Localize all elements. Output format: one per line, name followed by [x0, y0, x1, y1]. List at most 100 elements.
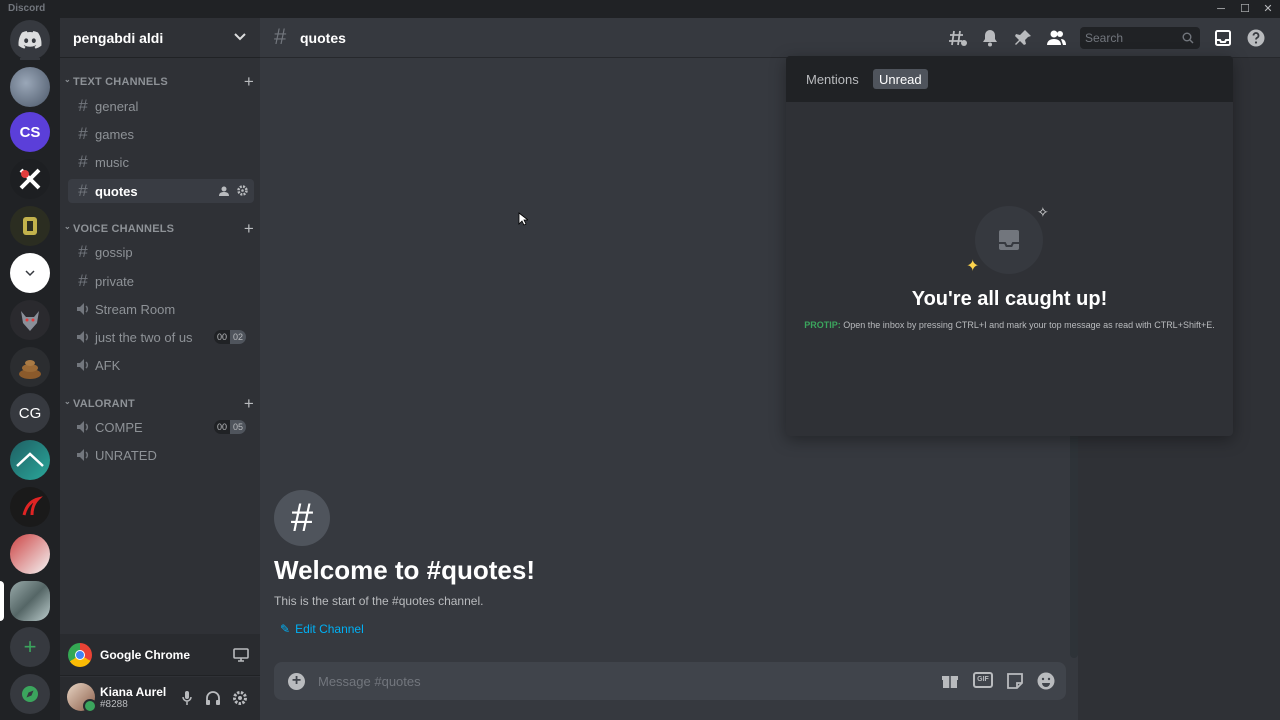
add-server-button[interactable]: +: [10, 627, 50, 667]
voice-channel-afk[interactable]: AFK: [68, 353, 254, 377]
guild-header[interactable]: pengabdi aldi: [60, 18, 260, 58]
inbox-icon[interactable]: [1213, 28, 1233, 48]
explore-servers-button[interactable]: [10, 674, 50, 714]
channel-name: UNRATED: [95, 448, 157, 463]
welcome-subtitle: This is the start of the #quotes channel…: [274, 594, 484, 608]
voice-channel-unrated[interactable]: UNRATED: [68, 443, 254, 467]
channel-sidebar: pengabdi aldi ⌄ TEXT CHANNELS + # genera…: [60, 18, 260, 720]
server-rail: CS CG +: [0, 18, 60, 720]
hash-icon: #: [78, 242, 88, 261]
user-count: 00: [213, 330, 230, 344]
minimize-button[interactable]: ─: [1210, 1, 1232, 17]
inbox-icon: [999, 230, 1019, 250]
screen-share-icon[interactable]: [232, 646, 250, 664]
sparkle-icon: ✦: [966, 258, 980, 275]
discord-logo-icon: [18, 31, 42, 49]
create-channel-button[interactable]: +: [244, 72, 254, 92]
caught-up-title: You're all caught up!: [911, 288, 1108, 310]
inbox-header: Mentions Unread: [786, 56, 1233, 102]
channel-name: music: [95, 155, 129, 170]
server-icon[interactable]: [10, 487, 50, 527]
scav-logo-icon: [16, 452, 44, 467]
channel-name: AFK: [95, 358, 121, 373]
sparkle-icon: ✧: [1037, 204, 1049, 220]
crossed-swords-icon: [19, 168, 41, 190]
category-label: VOICE CHANNELS: [73, 223, 175, 235]
empty-inbox-illustration: [975, 206, 1043, 274]
inbox-popout: Mentions Unread ✦ ✧ You're all caught up…: [786, 56, 1233, 436]
gift-icon[interactable]: [940, 671, 960, 691]
avatar[interactable]: [67, 683, 97, 713]
home-button[interactable]: [10, 20, 50, 60]
message-input[interactable]: [318, 672, 918, 690]
chevron-down-icon: [234, 33, 246, 41]
red-logo-icon: [22, 496, 43, 516]
microphone-icon[interactable]: [178, 689, 196, 707]
category-label: VALORANT: [73, 398, 135, 410]
server-icon[interactable]: [10, 440, 50, 480]
channel-name: Stream Room: [95, 302, 176, 317]
server-icon[interactable]: [10, 347, 50, 387]
create-channel-button[interactable]: +: [244, 219, 254, 239]
server-icon[interactable]: [10, 159, 50, 199]
wolf-icon: [21, 311, 39, 331]
close-button[interactable]: ✕: [1257, 1, 1279, 17]
channel-name: COMPE: [95, 420, 143, 435]
selected-server-indicator: [0, 581, 4, 621]
edit-channel-link[interactable]: ✎ Edit Channel: [280, 622, 364, 636]
members-icon[interactable]: [1046, 28, 1066, 48]
server-icon[interactable]: [10, 67, 50, 107]
category-text-channels[interactable]: ⌄ TEXT CHANNELS +: [64, 72, 254, 92]
help-icon[interactable]: [1246, 28, 1266, 48]
chevron-down-icon: ⌄: [64, 222, 71, 231]
rail-separator: [20, 58, 40, 60]
hash-icon: #: [78, 152, 88, 171]
create-channel-button[interactable]: +: [244, 394, 254, 414]
server-icon[interactable]: [10, 206, 50, 246]
server-cs[interactable]: CS: [10, 112, 50, 152]
voice-channel-just-the-two-of-us[interactable]: just the two of us 00 02: [68, 325, 254, 349]
pencil-icon: ✎: [280, 622, 291, 636]
headphones-icon[interactable]: [204, 689, 222, 707]
protip-text: PROTIP: Open the inbox by pressing CTRL+…: [786, 320, 1233, 330]
tab-unread[interactable]: Unread: [873, 69, 928, 89]
gear-icon[interactable]: [237, 185, 248, 196]
emoji-icon[interactable]: [1036, 671, 1056, 691]
upload-plus-button[interactable]: +: [288, 673, 305, 690]
guild-name: pengabdi aldi: [73, 30, 164, 46]
voice-channel-stream-room[interactable]: Stream Room: [68, 297, 254, 321]
speaker-icon: [77, 303, 89, 315]
hash-icon: #: [78, 181, 88, 200]
pin-icon[interactable]: [1013, 28, 1033, 48]
compass-icon: [22, 686, 38, 702]
channel-name: just the two of us: [95, 330, 193, 345]
channel-name: general: [95, 99, 139, 114]
channel-general[interactable]: # general: [68, 94, 254, 118]
channel-gossip[interactable]: # gossip: [68, 240, 254, 264]
user-limit-badge: 00 05: [213, 420, 246, 434]
bell-icon[interactable]: [980, 28, 1000, 48]
settings-gear-icon[interactable]: [231, 689, 249, 707]
hash-icon: #: [78, 96, 88, 115]
user-panel: Kiana Aurel #8288: [60, 677, 260, 720]
server-cg[interactable]: CG: [10, 393, 50, 433]
invite-icon[interactable]: [219, 186, 230, 196]
voice-channel-compe[interactable]: COMPE 00 05: [68, 415, 254, 439]
server-icon[interactable]: [10, 300, 50, 340]
chevron-down-icon: ⌄: [64, 75, 71, 84]
channel-quotes[interactable]: # quotes: [68, 179, 254, 203]
category-valorant[interactable]: ⌄ VALORANT +: [64, 394, 254, 414]
server-icon[interactable]: [10, 534, 50, 574]
mouse-cursor-icon: [518, 212, 528, 226]
server-icon[interactable]: [10, 253, 50, 293]
sticker-icon[interactable]: [1005, 671, 1025, 691]
tab-mentions[interactable]: Mentions: [800, 69, 865, 89]
threads-icon[interactable]: [948, 28, 968, 48]
category-voice-channels[interactable]: ⌄ VOICE CHANNELS +: [64, 219, 254, 239]
maximize-button[interactable]: ☐: [1234, 1, 1256, 17]
channel-games[interactable]: # games: [68, 122, 254, 146]
channel-music[interactable]: # music: [68, 150, 254, 174]
gif-button[interactable]: GIF: [973, 672, 993, 688]
channel-private[interactable]: # private: [68, 269, 254, 293]
server-icon-selected[interactable]: [10, 581, 50, 621]
